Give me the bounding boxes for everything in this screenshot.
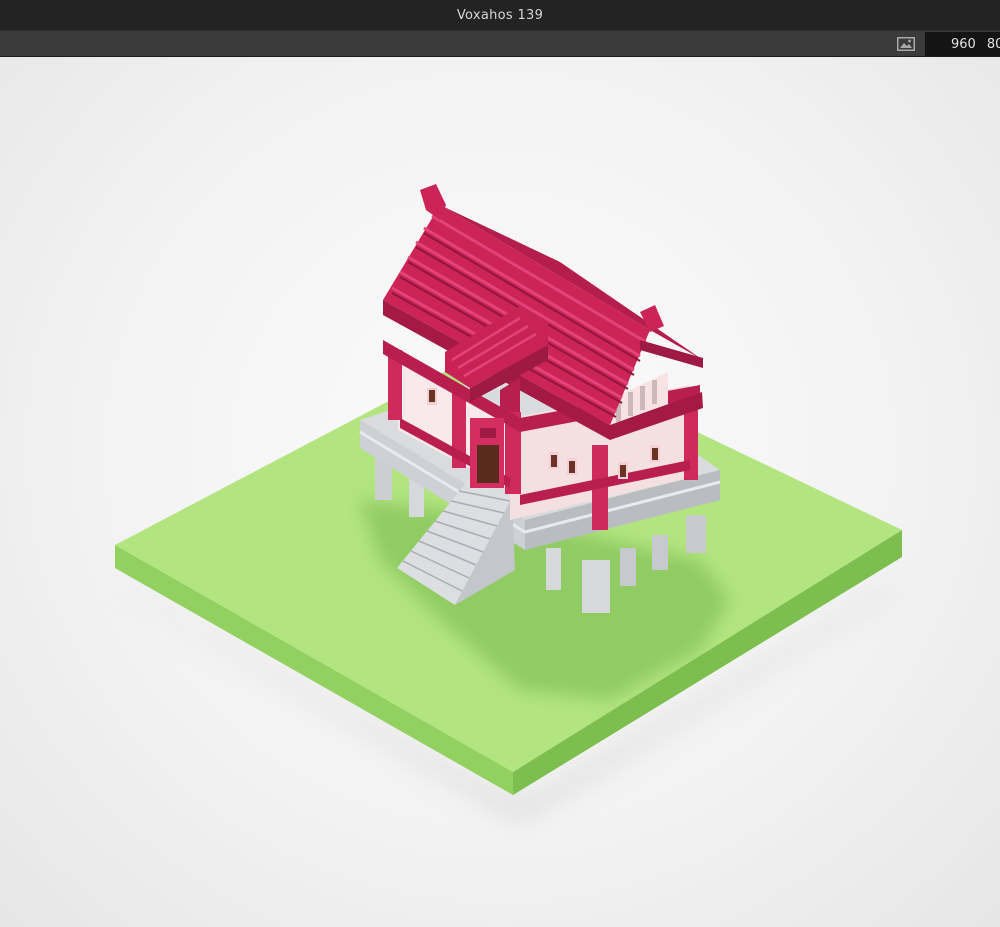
image-icon bbox=[897, 37, 915, 51]
render-toolbar: 960 80 bbox=[0, 30, 1000, 57]
render-resolution-field[interactable]: 960 80 bbox=[925, 32, 1000, 56]
window-title: Voxahos 139 bbox=[456, 7, 544, 23]
render-image-button[interactable] bbox=[893, 34, 919, 54]
voxel-scene bbox=[115, 184, 905, 820]
stilt bbox=[652, 535, 668, 570]
resolution-height[interactable]: 80 bbox=[987, 37, 1000, 52]
stilt bbox=[582, 560, 610, 613]
stilt bbox=[686, 515, 706, 553]
render-viewport[interactable] bbox=[0, 57, 1000, 927]
resolution-width[interactable]: 960 bbox=[951, 37, 976, 52]
front-door bbox=[470, 418, 504, 488]
roof-finial-left bbox=[420, 184, 446, 220]
stilt bbox=[620, 548, 636, 586]
stilt bbox=[546, 548, 561, 590]
window-titlebar: Voxahos 139 bbox=[0, 0, 1000, 30]
